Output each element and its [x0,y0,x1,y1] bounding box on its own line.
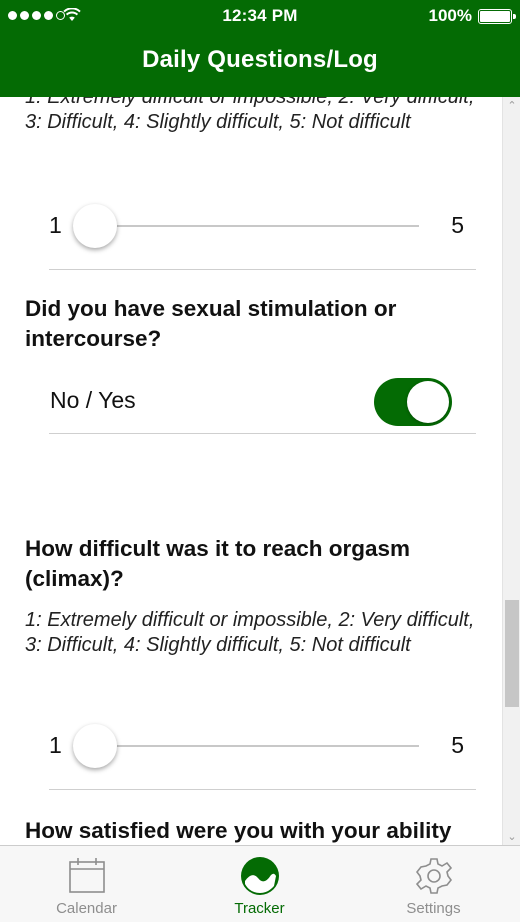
slider-thumb[interactable] [73,724,117,768]
tab-calendar[interactable]: Calendar [0,846,173,922]
toggle-label: No / Yes [50,387,136,413]
slider-scale-description: 1: Extremely difficult or impossible, 2:… [25,609,475,656]
tab-label-tracker: Tracker [234,900,285,917]
tab-label-calendar: Calendar [56,900,117,917]
tab-bar: Calendar Tracker Settings [0,845,520,922]
scroll-up-icon[interactable]: ⌃ [503,99,520,112]
difficulty-slider-1[interactable]: 1 5 [49,201,476,251]
stimulation-toggle[interactable] [374,378,452,426]
slider-track[interactable] [95,225,419,227]
calendar-icon [68,858,105,893]
toggle-knob [407,381,449,423]
tab-label-settings: Settings [406,900,461,917]
tab-settings[interactable]: Settings [347,846,520,922]
divider [49,269,476,270]
scroll-down-icon[interactable]: ⌄ [503,830,520,843]
page-title: Daily Questions/Log [142,46,378,73]
status-bar: 12:34 PM 100% [0,0,520,32]
difficulty-slider-2[interactable]: 1 5 [49,721,476,771]
slider-min-label: 1 [49,732,62,758]
question-satisfaction: How satisfied were you with your ability [25,818,452,843]
tracker-icon [240,857,279,895]
question-orgasm-difficulty: How difficult was it to reach orgasm (cl… [25,536,411,591]
scrollbar[interactable]: ⌃ ⌄ [502,97,520,845]
tab-tracker[interactable]: Tracker [173,846,346,922]
app-header: 12:34 PM 100% Daily Questions/Log [0,0,520,97]
slider-max-label: 5 [451,732,464,758]
slider-max-label: 5 [451,212,464,238]
scrollbar-thumb[interactable] [505,600,519,707]
gear-icon [415,858,452,894]
divider [49,433,476,434]
question-stimulation: Did you have sexual stimulation or inter… [25,296,397,351]
divider [49,789,476,790]
battery-percentage: 100% [428,6,472,25]
slider-min-label: 1 [49,212,62,238]
slider-scale-description: 1: Extremely difficult or impossible, 2:… [25,97,475,133]
questions-scroll-area[interactable]: 1: Extremely difficult or impossible, 2:… [0,97,502,845]
slider-thumb[interactable] [73,204,117,248]
slider-track[interactable] [95,745,419,747]
battery-icon [478,9,516,24]
